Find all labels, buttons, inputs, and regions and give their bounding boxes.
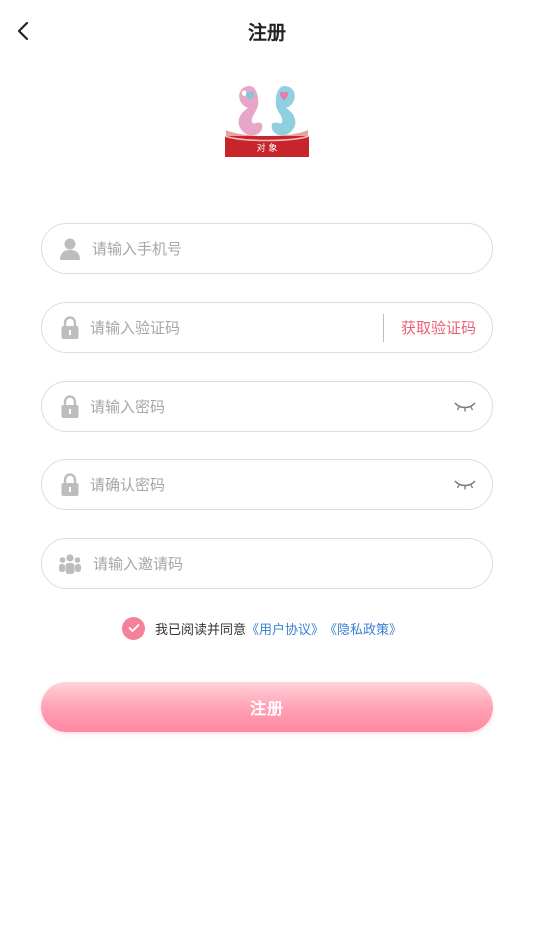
lock-icon (58, 472, 82, 498)
app-logo: 对 象 (222, 80, 312, 160)
lock-icon (58, 394, 82, 420)
phone-input[interactable] (92, 234, 472, 264)
agreement-row: 我已阅读并同意 《用户协议》 《隐私政策》 (122, 616, 402, 640)
password-field[interactable] (41, 381, 493, 432)
user-agreement-link[interactable]: 《用户协议》 (246, 619, 324, 638)
check-icon (128, 624, 139, 632)
eye-closed-icon[interactable] (454, 477, 476, 491)
privacy-policy-link[interactable]: 《隐私政策》 (324, 619, 402, 638)
field-divider (383, 314, 384, 342)
confirm-password-field[interactable] (41, 459, 493, 510)
register-button-label: 注册 (249, 701, 284, 718)
page-title: 注册 (247, 22, 286, 44)
invite-code-input[interactable] (93, 549, 473, 579)
password-input[interactable] (90, 392, 440, 422)
logo-text: 对 象 (257, 142, 278, 154)
eye-closed-icon[interactable] (454, 399, 476, 413)
header: 注册 (0, 0, 534, 62)
confirm-password-input[interactable] (90, 470, 440, 500)
invite-code-field[interactable] (41, 538, 493, 589)
phone-field[interactable] (41, 223, 493, 274)
verification-code-field[interactable]: 获取验证码 (41, 302, 493, 353)
user-icon (58, 236, 82, 262)
agreement-checkbox[interactable] (122, 616, 145, 640)
register-button[interactable]: 注册 (41, 682, 493, 732)
get-code-button[interactable]: 获取验证码 (401, 317, 476, 338)
verification-code-input[interactable] (90, 313, 370, 343)
logo-graphic: 对 象 (224, 86, 310, 157)
agreement-text: 我已阅读并同意 (155, 622, 247, 638)
group-icon (58, 551, 82, 577)
lock-icon (58, 315, 82, 341)
